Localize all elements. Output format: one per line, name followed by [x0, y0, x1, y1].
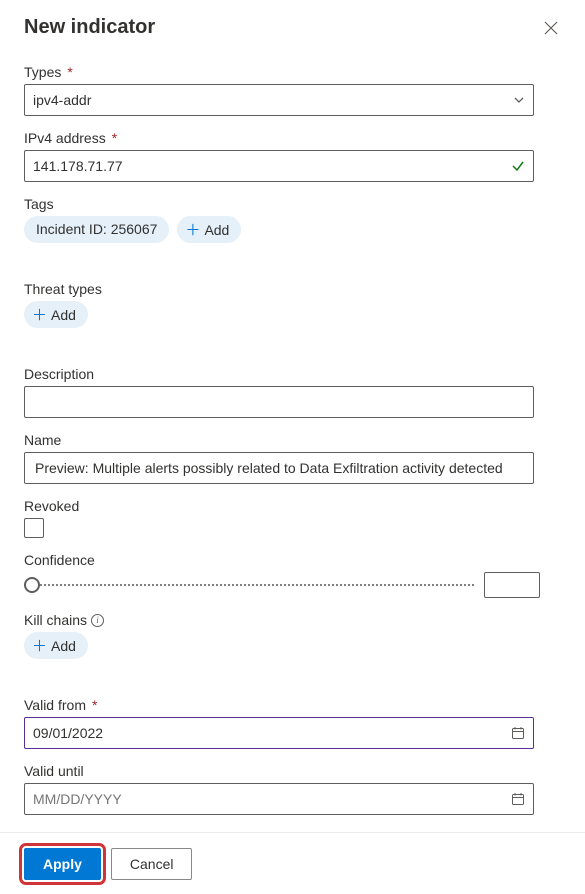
- plus-icon: ＋: [32, 304, 47, 325]
- confidence-field: Confidence: [24, 552, 561, 598]
- ipv4-field: IPv4 address * 141.178.71.77: [24, 130, 561, 182]
- name-input[interactable]: [24, 452, 534, 484]
- plus-icon: ＋: [185, 219, 200, 240]
- threat-types-field: Threat types ＋ Add: [24, 281, 561, 328]
- tags-field: Tags Incident ID: 256067 ＋ Add: [24, 196, 561, 243]
- close-button[interactable]: [541, 18, 561, 38]
- threat-types-add-label: Add: [51, 307, 76, 323]
- tags-add-button[interactable]: ＋ Add: [177, 216, 241, 243]
- name-field: Name: [24, 432, 561, 484]
- required-asterisk: *: [67, 64, 72, 80]
- required-asterisk: *: [112, 130, 117, 146]
- types-field: Types * ipv4-addr: [24, 64, 561, 116]
- description-label: Description: [24, 366, 94, 382]
- confidence-label: Confidence: [24, 552, 95, 568]
- new-indicator-panel: New indicator Types * ipv4-addr IPv4 add…: [0, 0, 585, 894]
- calendar-icon: [511, 726, 525, 740]
- ipv4-value: 141.178.71.77: [33, 158, 123, 174]
- revoked-label: Revoked: [24, 498, 79, 514]
- valid-from-value: 09/01/2022: [33, 725, 511, 741]
- kill-chains-add-button[interactable]: ＋ Add: [24, 632, 88, 659]
- ipv4-label: IPv4 address: [24, 130, 106, 146]
- valid-until-field: Valid until MM/DD/YYYY: [24, 763, 561, 815]
- required-asterisk: *: [92, 697, 97, 713]
- confidence-value-box[interactable]: [484, 572, 540, 598]
- panel-header: New indicator: [0, 0, 585, 49]
- valid-from-input[interactable]: 09/01/2022: [24, 717, 534, 749]
- kill-chains-field: Kill chains i ＋ Add: [24, 612, 561, 659]
- types-value: ipv4-addr: [33, 92, 91, 108]
- types-label: Types: [24, 64, 61, 80]
- valid-until-placeholder: MM/DD/YYYY: [33, 791, 511, 807]
- panel-footer: Apply Cancel: [0, 832, 585, 894]
- tags-label: Tags: [24, 196, 54, 212]
- revoked-checkbox[interactable]: [24, 518, 44, 538]
- valid-until-input[interactable]: MM/DD/YYYY: [24, 783, 534, 815]
- slider-thumb[interactable]: [24, 577, 40, 593]
- panel-title: New indicator: [24, 16, 155, 39]
- info-icon[interactable]: i: [91, 614, 104, 627]
- name-label: Name: [24, 432, 61, 448]
- tag-item[interactable]: Incident ID: 256067: [24, 216, 169, 243]
- chevron-down-icon: [513, 94, 525, 106]
- ipv4-input-wrapper[interactable]: 141.178.71.77: [24, 150, 534, 182]
- plus-icon: ＋: [32, 635, 47, 656]
- form-scroll-area[interactable]: Types * ipv4-addr IPv4 address * 141.178…: [0, 54, 585, 832]
- description-text[interactable]: [33, 387, 525, 417]
- valid-from-field: Valid from * 09/01/2022: [24, 697, 561, 749]
- kill-chains-label: Kill chains: [24, 612, 87, 628]
- valid-until-label: Valid until: [24, 763, 84, 779]
- apply-button[interactable]: Apply: [24, 848, 101, 880]
- close-icon: [544, 21, 558, 35]
- description-input[interactable]: [24, 386, 534, 418]
- cancel-button[interactable]: Cancel: [111, 848, 193, 880]
- threat-types-add-button[interactable]: ＋ Add: [24, 301, 88, 328]
- confidence-slider[interactable]: [24, 575, 474, 595]
- valid-from-label: Valid from: [24, 697, 86, 713]
- description-field: Description: [24, 366, 561, 418]
- kill-chains-add-label: Add: [51, 638, 76, 654]
- calendar-icon: [511, 792, 525, 806]
- types-select[interactable]: ipv4-addr: [24, 84, 534, 116]
- slider-track: [24, 584, 474, 586]
- threat-types-label: Threat types: [24, 281, 102, 297]
- tags-add-label: Add: [204, 222, 229, 238]
- revoked-field: Revoked: [24, 498, 561, 538]
- name-text[interactable]: [33, 453, 525, 483]
- checkmark-icon: [511, 159, 525, 173]
